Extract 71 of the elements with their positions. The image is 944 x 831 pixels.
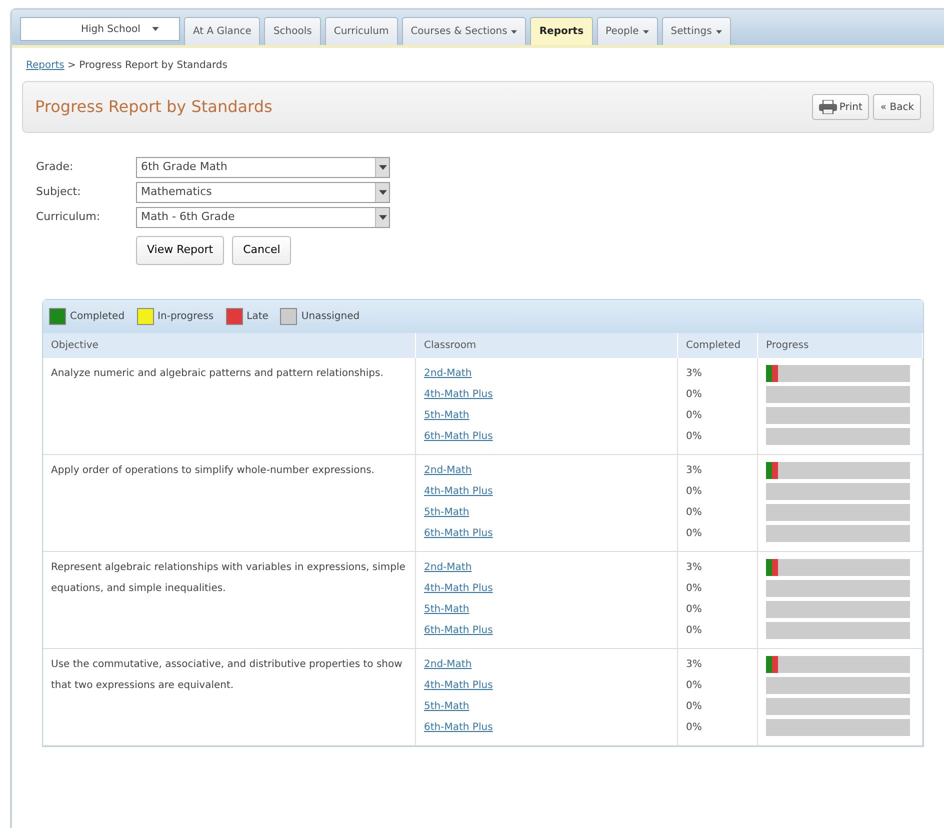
select-field[interactable]: Math - 6th Grade: [136, 207, 390, 228]
column-header: Classroom: [416, 333, 678, 358]
classroom-link[interactable]: 4th-Math Plus: [424, 481, 669, 502]
select-field[interactable]: 6th Grade Math: [136, 157, 390, 178]
completed-percent: 0%: [686, 722, 702, 733]
legend-label: Unassigned: [301, 310, 360, 324]
completed-percent: 0%: [686, 680, 702, 691]
completed-percent: 3%: [686, 465, 702, 476]
breadcrumb-current: Progress Report by Standards: [79, 60, 228, 71]
objective-text: Represent algebraic relationships with variables in expressions, simple equations, and simple inequalities.: [51, 562, 406, 594]
completed-percent: 0%: [686, 486, 702, 497]
print-button[interactable]: Print: [812, 94, 870, 120]
legend-label: Completed: [70, 310, 125, 324]
nav-tab[interactable]: Settings: [662, 17, 731, 45]
completed-percent: 0%: [686, 701, 702, 712]
dropdown-arrow-icon: [378, 165, 386, 170]
classroom-link[interactable]: 4th-Math Plus: [424, 384, 669, 405]
cancel-button[interactable]: Cancel: [232, 236, 292, 265]
objective-text: Apply order of operations to simplify whole-number expressions.: [51, 465, 374, 476]
completed-percent: 3%: [686, 368, 702, 379]
field-label: Grade:: [36, 159, 74, 176]
dropdown-arrow-icon: [378, 190, 386, 195]
classroom-link[interactable]: 5th-Math: [424, 599, 669, 620]
classroom-link[interactable]: 4th-Math Plus: [424, 578, 669, 599]
printer-icon: [819, 100, 838, 114]
select-field[interactable]: Mathematics: [136, 182, 390, 203]
nav-tab[interactable]: Courses & Sections: [402, 17, 526, 45]
legend-label: In-progress: [158, 310, 214, 324]
field-label: Curriculum:: [36, 209, 102, 226]
nav-tab[interactable]: People: [596, 17, 658, 45]
nav-tab[interactable]: At A Glance: [184, 17, 260, 45]
completed-percent: 3%: [686, 562, 702, 573]
breadcrumb-link[interactable]: Reports: [26, 60, 64, 71]
nav-tab[interactable]: Schools: [264, 17, 321, 45]
completed-percent: 0%: [686, 604, 702, 615]
classroom-link[interactable]: 2nd-Math: [424, 363, 669, 384]
completed-percent: 0%: [686, 625, 702, 636]
classroom-link[interactable]: 4th-Math Plus: [424, 675, 669, 696]
view-report-button[interactable]: View Report: [136, 236, 224, 265]
classroom-link[interactable]: 6th-Math Plus: [424, 717, 669, 738]
completed-percent: 0%: [686, 410, 702, 421]
completed-percent: 0%: [686, 431, 702, 442]
column-header: Progress: [758, 333, 923, 358]
objective-text: Use the commutative, associative, and distributive properties to show that two expressions are equivalent.: [51, 659, 402, 691]
school-select[interactable]: High School: [20, 17, 180, 41]
classroom-link[interactable]: 2nd-Math: [424, 557, 669, 578]
breadcrumb-separator: >: [68, 60, 76, 71]
classroom-link[interactable]: 2nd-Math: [424, 654, 669, 675]
column-header: Completed: [678, 333, 758, 358]
field-label: Subject:: [36, 184, 82, 200]
objective-text: Analyze numeric and algebraic patterns and pattern relationships.: [51, 368, 384, 379]
classroom-link[interactable]: 5th-Math: [424, 405, 669, 426]
classroom-link[interactable]: 5th-Math: [424, 696, 669, 717]
classroom-link[interactable]: 6th-Math Plus: [424, 523, 669, 544]
page-title: Progress Report by Standards: [35, 96, 272, 118]
caret-icon: [152, 27, 160, 31]
classroom-link[interactable]: 5th-Math: [424, 502, 669, 523]
classroom-link[interactable]: 2nd-Math: [424, 460, 669, 481]
nav-tab[interactable]: Reports: [530, 17, 593, 45]
completed-percent: 3%: [686, 659, 702, 670]
column-header: Objective: [43, 333, 416, 358]
completed-percent: 0%: [686, 528, 702, 539]
completed-percent: 0%: [686, 507, 702, 518]
classroom-link[interactable]: 6th-Math Plus: [424, 620, 669, 641]
classroom-link[interactable]: 6th-Math Plus: [424, 426, 669, 447]
back-button[interactable]: « Back: [873, 94, 921, 120]
completed-percent: 0%: [686, 389, 702, 400]
legend-label: Late: [246, 310, 268, 324]
dropdown-arrow-icon: [378, 215, 386, 220]
completed-percent: 0%: [686, 583, 702, 594]
nav-tab[interactable]: Curriculum: [324, 17, 398, 45]
